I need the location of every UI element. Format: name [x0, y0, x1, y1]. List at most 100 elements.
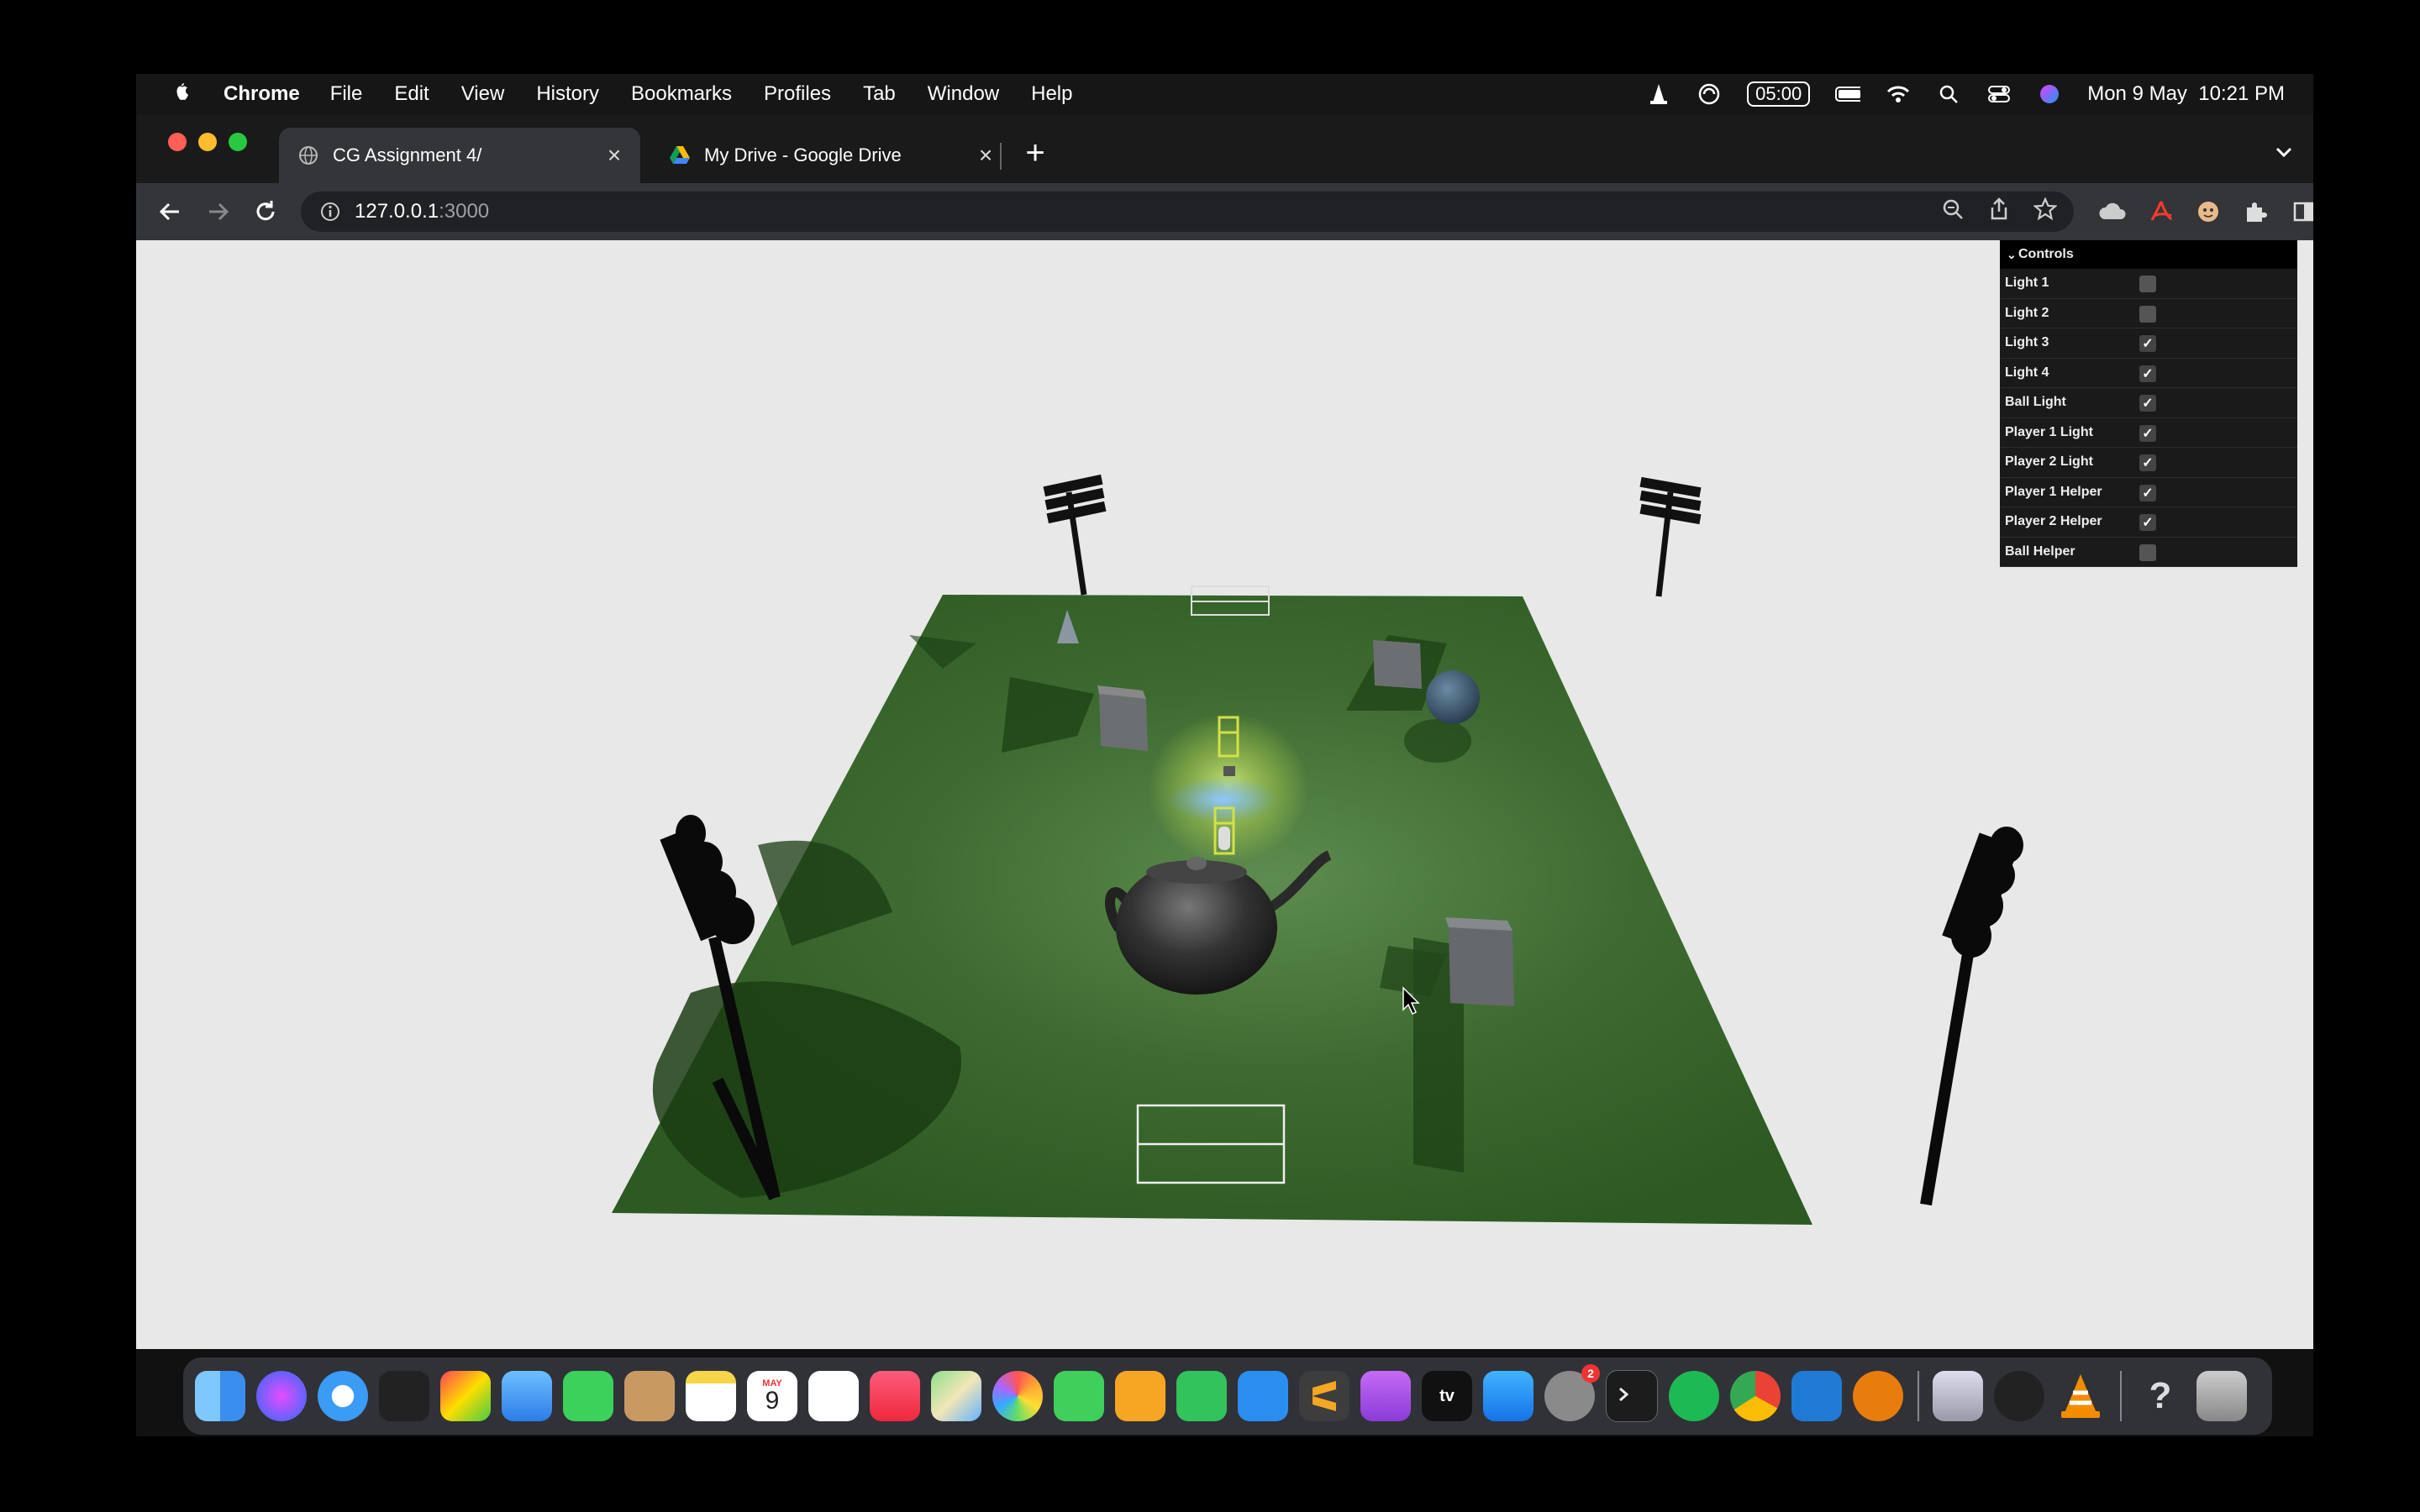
pages-icon[interactable]	[1115, 1371, 1165, 1421]
preview-icon[interactable]	[1933, 1371, 1983, 1421]
maps-icon[interactable]	[931, 1371, 981, 1421]
control-checkbox[interactable]	[2139, 305, 2156, 323]
control-checkbox[interactable]: ✓	[2139, 484, 2156, 501]
control-checkbox[interactable]: ✓	[2139, 514, 2156, 531]
sublime-icon[interactable]	[1299, 1371, 1349, 1421]
control-row[interactable]: Light 1	[2000, 269, 2297, 299]
webgl-viewport[interactable]: ⌄ Controls Light 1 Light 2 Light 3 ✓ Light 4…	[136, 240, 2313, 1349]
facetime-icon[interactable]	[563, 1371, 613, 1421]
extension-face-icon[interactable]	[2193, 197, 2223, 227]
zoom-window-button[interactable]	[229, 133, 247, 151]
podcasts-icon[interactable]	[1360, 1371, 1411, 1421]
menu-history[interactable]: History	[536, 82, 599, 106]
light-pole-near-right	[1920, 827, 2023, 1206]
side-panel-icon[interactable]	[2289, 197, 2313, 227]
url-port: :3000	[439, 200, 490, 223]
control-row[interactable]: Light 4 ✓	[2000, 359, 2297, 388]
extension-cloud-icon[interactable]	[2097, 197, 2128, 227]
help-icon[interactable]: ?	[2135, 1371, 2186, 1421]
control-center-icon[interactable]	[1986, 81, 2012, 107]
notes-icon[interactable]	[686, 1371, 736, 1421]
blender-icon[interactable]	[1853, 1371, 1903, 1421]
photos-icon[interactable]	[992, 1371, 1043, 1421]
controls-title[interactable]: ⌄ Controls	[2000, 240, 2297, 269]
menu-tab[interactable]: Tab	[863, 82, 896, 106]
menu-view[interactable]: View	[461, 82, 505, 106]
menu-help[interactable]: Help	[1031, 82, 1072, 106]
share-icon[interactable]	[1988, 197, 2010, 227]
control-checkbox[interactable]: ✓	[2139, 335, 2156, 352]
address-bar[interactable]: 127.0.0.1:3000	[301, 192, 2074, 232]
menu-file[interactable]: File	[330, 82, 363, 106]
spotify-icon[interactable]	[1669, 1371, 1719, 1421]
control-checkbox[interactable]	[2139, 276, 2156, 292]
tab-cg-assignment[interactable]: CG Assignment 4/ ×	[279, 128, 640, 183]
control-checkbox[interactable]: ✓	[2139, 365, 2156, 382]
system-preferences-icon[interactable]: 2	[1544, 1364, 1600, 1421]
messages-icon[interactable]	[1054, 1371, 1104, 1421]
menu-profiles[interactable]: Profiles	[764, 82, 831, 106]
close-window-button[interactable]	[168, 133, 187, 151]
control-row[interactable]: Light 2	[2000, 299, 2297, 328]
finder-icon[interactable]	[195, 1371, 245, 1421]
wifi-icon[interactable]	[1886, 81, 1911, 107]
site-info-icon[interactable]	[318, 199, 343, 224]
trash-icon[interactable]	[2196, 1371, 2247, 1421]
control-row[interactable]: Ball Helper	[2000, 538, 2297, 567]
menu-bookmarks[interactable]: Bookmarks	[631, 82, 732, 106]
unity-icon[interactable]	[1994, 1371, 2044, 1421]
control-row[interactable]: Player 1 Light ✓	[2000, 418, 2297, 448]
app-store-icon[interactable]	[1483, 1371, 1534, 1421]
reload-icon[interactable]	[250, 197, 281, 227]
siri-icon[interactable]	[2037, 81, 2062, 107]
extensions-puzzle-icon[interactable]	[2240, 197, 2270, 227]
new-tab-button[interactable]: +	[1018, 136, 1052, 170]
spotlight-search-icon[interactable]	[1936, 81, 1961, 107]
siri-icon[interactable]	[256, 1371, 307, 1421]
control-checkbox[interactable]: ✓	[2139, 424, 2156, 442]
close-tab-icon[interactable]: ×	[973, 142, 998, 168]
tab-search-chevron-icon[interactable]	[2271, 139, 2296, 165]
zoom-icon[interactable]	[1941, 197, 1965, 227]
numbers-icon[interactable]	[1176, 1371, 1227, 1421]
menubar-clock[interactable]: Mon 9 May 10:21 PM	[2087, 82, 2285, 106]
forward-arrow-icon[interactable]	[203, 197, 234, 227]
battery-icon[interactable]	[1835, 81, 1861, 107]
chrome-icon[interactable]	[1730, 1371, 1781, 1421]
screen-share-icon[interactable]	[1697, 81, 1722, 107]
close-tab-icon[interactable]: ×	[602, 142, 627, 168]
control-row[interactable]: Light 3 ✓	[2000, 328, 2297, 359]
mission-control-icon[interactable]	[379, 1371, 429, 1421]
control-checkbox[interactable]: ✓	[2139, 395, 2156, 412]
safari-icon[interactable]	[318, 1371, 368, 1421]
control-row[interactable]: Player 2 Helper ✓	[2000, 507, 2297, 538]
menu-window[interactable]: Window	[928, 82, 999, 106]
back-arrow-icon[interactable]	[155, 197, 185, 227]
menu-app-chrome[interactable]: Chrome	[224, 82, 300, 106]
vlc-status-icon[interactable]	[1646, 81, 1671, 107]
bookmark-star-icon[interactable]	[2033, 196, 2058, 227]
control-row[interactable]: Player 2 Light ✓	[2000, 448, 2297, 478]
music-icon[interactable]	[870, 1371, 920, 1421]
contacts-icon[interactable]	[624, 1371, 675, 1421]
control-checkbox[interactable]	[2139, 543, 2156, 561]
control-row[interactable]: Ball Light ✓	[2000, 388, 2297, 418]
mail-icon[interactable]	[502, 1371, 552, 1421]
vscode-icon[interactable]	[1791, 1371, 1842, 1421]
apple-icon[interactable]	[171, 81, 195, 107]
calendar-icon[interactable]: MAY 9	[747, 1371, 797, 1421]
extension-acrobat-icon[interactable]	[2146, 197, 2176, 227]
control-checkbox[interactable]: ✓	[2139, 454, 2156, 471]
launchpad-icon[interactable]	[440, 1371, 491, 1421]
menu-edit[interactable]: Edit	[394, 82, 429, 106]
vlc-icon[interactable]	[2055, 1371, 2106, 1421]
minimize-window-button[interactable]	[198, 133, 217, 151]
timer-display[interactable]: 05:00	[1747, 81, 1811, 107]
control-row[interactable]: Player 1 Helper ✓	[2000, 478, 2297, 507]
reminders-icon[interactable]	[808, 1371, 859, 1421]
3d-scene-canvas[interactable]	[136, 240, 2313, 1349]
terminal-icon[interactable]	[1606, 1370, 1658, 1422]
apple-tv-icon[interactable]: tv	[1422, 1371, 1472, 1421]
keynote-icon[interactable]	[1238, 1371, 1288, 1421]
tab-google-drive[interactable]: My Drive - Google Drive ×	[650, 128, 1012, 183]
